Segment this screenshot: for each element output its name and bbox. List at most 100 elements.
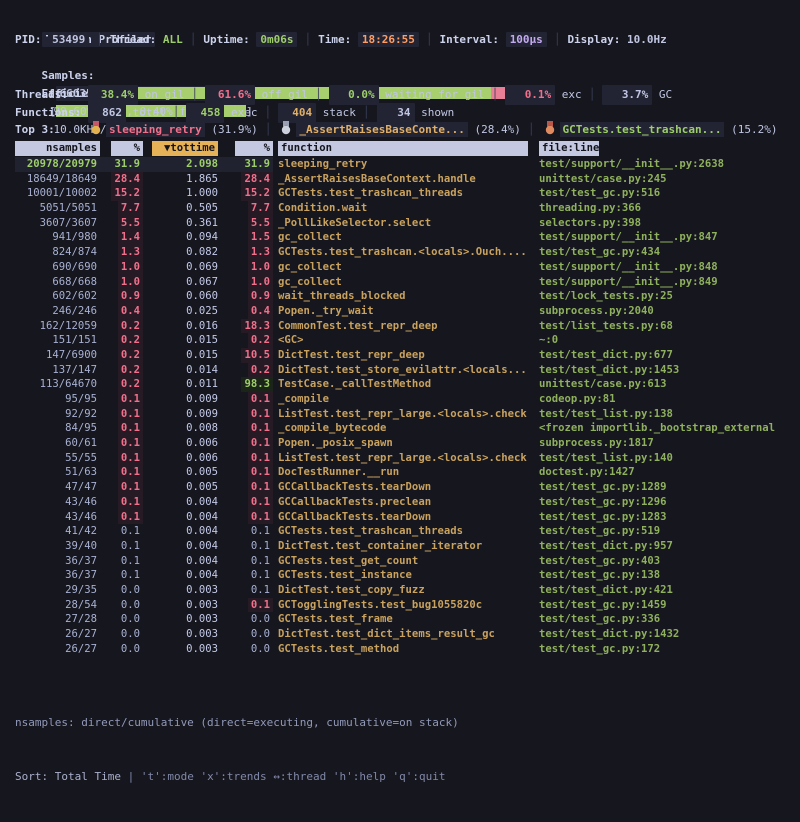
table-row[interactable]: 39/400.10.0040.1DictTest.test_container_… [15,539,792,554]
direct-pct-value: 1.0 [118,275,143,290]
table-row[interactable]: 151/1510.20.0150.2<GC>~:0 [15,333,792,348]
file-line-cell: test/test_gc.py:516 [528,186,777,201]
separator-icon: │ [265,123,272,136]
function-cell: _AssertRaisesBaseContext.handle [273,172,528,187]
table-row[interactable]: 51/630.10.0050.1DocTestRunner.__rundocte… [15,465,792,480]
tottime-cell: 0.005 [143,465,221,480]
segment-value: 34 [377,103,415,123]
cumulative-pct-cell: 0.1 [221,554,273,569]
table-row[interactable]: 36/370.10.0040.1GCTests.test_get_countte… [15,554,792,569]
table-row[interactable]: 5051/50517.70.5057.7Condition.waitthread… [15,201,792,216]
nsamples-cell: 36/37 [15,568,100,583]
table-row[interactable]: 18649/1864928.41.86528.4_AssertRaisesBas… [15,172,792,187]
table-row[interactable]: 43/460.10.0040.1GCCallbackTests.preclean… [15,495,792,510]
table-row[interactable]: 27/280.00.0030.0GCTests.test_frametest/t… [15,612,792,627]
column-header-tottime[interactable]: ▼tottime [143,141,221,156]
file-line-cell: unittest/case.py:613 [528,377,777,392]
table-row[interactable]: 55/550.10.0060.1ListTest.test_repr_large… [15,451,792,466]
column-header-function[interactable]: function [273,141,528,156]
direct-pct-value: 15.2 [111,186,143,201]
status-label: PID: [15,33,48,46]
cumulative-pct-value: 0.1 [248,451,273,466]
column-header-direct-pct[interactable]: % [100,141,143,156]
cumulative-pct-cell: 0.1 [221,392,273,407]
column-header-nsamples[interactable]: nsamples [15,141,100,156]
status-label: Interval: [439,33,505,46]
file-line-cell: test/test_dict.py:421 [528,583,777,598]
table-row[interactable]: 43/460.10.0040.1GCCallbackTests.tearDown… [15,510,792,525]
table-row[interactable]: 147/69000.20.01510.5DictTest.test_repr_d… [15,348,792,363]
tottime-cell: 0.004 [143,539,221,554]
table-row[interactable]: 824/8741.30.0821.3GCTests.test_trashcan.… [15,245,792,260]
function-cell: GCTests.test_frame [273,612,528,627]
tottime-cell: 0.004 [143,524,221,539]
table-row[interactable]: 113/646700.20.01198.3TestCase._callTestM… [15,377,792,392]
table-row[interactable]: 10001/1000215.21.00015.2GCTests.test_tra… [15,186,792,201]
function-cell: TestCase._callTestMethod [273,377,528,392]
table-row[interactable]: 41/420.10.0040.1GCTests.test_trashcan_th… [15,524,792,539]
column-header-box-file-line[interactable]: file:line [539,141,599,156]
table-row[interactable]: 162/120590.20.01618.3CommonTest.test_rep… [15,319,792,334]
silver-medal-icon [280,121,292,135]
table-row[interactable]: 28/540.00.0030.1GCTogglingTests.test_bug… [15,598,792,613]
file-line-cell: test/test_gc.py:403 [528,554,777,569]
nsamples-cell: 47/47 [15,480,100,495]
cumulative-pct-value: 0.2 [248,363,273,378]
column-header-box-tottime[interactable]: ▼tottime [152,141,218,156]
cumulative-pct-cell: 5.5 [221,216,273,231]
direct-pct-cell: 0.1 [100,539,143,554]
file-line-cell: unittest/case.py:245 [528,172,777,187]
table-row[interactable]: 668/6681.00.0671.0gc_collecttest/support… [15,275,792,290]
function-cell: Popen._try_wait [273,304,528,319]
top3-function-name[interactable]: _AssertRaisesBaseConte... [296,122,468,137]
table-row[interactable]: 36/370.10.0040.1GCTests.test_instancetes… [15,568,792,583]
file-line-cell: test/test_gc.py:1289 [528,480,777,495]
top3-function-name[interactable]: sleeping_retry [106,122,205,137]
tottime-cell: 0.015 [143,348,221,363]
table-row[interactable]: 602/6020.90.0600.9wait_threads_blockedte… [15,289,792,304]
column-header-cumulative-pct[interactable]: % [221,141,273,156]
column-header-file-line[interactable]: file:line [528,141,777,156]
tottime-cell: 0.361 [143,216,221,231]
column-header-box-function[interactable]: function [278,141,528,156]
tottime-cell: 0.004 [143,495,221,510]
table-row[interactable]: 26/270.00.0030.0DictTest.test_dict_items… [15,627,792,642]
cumulative-pct-value: 0.1 [248,421,273,436]
column-header-box-cumulative-pct[interactable]: % [235,141,273,156]
table-row[interactable]: 941/9801.40.0941.5gc_collecttest/support… [15,230,792,245]
top3-function-name[interactable]: GCTests.test_trashcan... [560,122,725,137]
status-value: 10.0Hz [627,33,667,46]
table-row[interactable]: 690/6901.00.0691.0gc_collecttest/support… [15,260,792,275]
direct-pct-value: 5.5 [118,216,143,231]
file-line-cell: test/test_gc.py:519 [528,524,777,539]
segment-value: 61.6% [205,85,255,105]
direct-pct-value: 0.4 [118,304,143,319]
column-header-box-nsamples[interactable]: nsamples [15,141,100,156]
table-row[interactable]: 3607/36075.50.3615.5_PollLikeSelector.se… [15,216,792,231]
table-row[interactable]: 47/470.10.0050.1GCCallbackTests.tearDown… [15,480,792,495]
table-row[interactable]: 246/2460.40.0250.4Popen._try_waitsubproc… [15,304,792,319]
nsamples-cell: 246/246 [15,304,100,319]
tottime-cell: 0.003 [143,583,221,598]
tottime-cell: 0.505 [143,201,221,216]
function-cell: DictTest.test_copy_fuzz [273,583,528,598]
table-row[interactable]: 29/350.00.0030.1DictTest.test_copy_fuzzt… [15,583,792,598]
table-row[interactable]: 20978/2097931.92.09831.9sleeping_retryte… [15,157,792,172]
table-row[interactable]: 60/610.10.0060.1Popen._posix_spawnsubpro… [15,436,792,451]
table-row[interactable]: 137/1470.20.0140.2DictTest.test_store_ev… [15,363,792,378]
function-cell: <GC> [273,333,528,348]
table-row[interactable]: 95/950.10.0090.1_compilecodeop.py:81 [15,392,792,407]
key-hints: | 't':mode 'x':trends ↔:thread 'h':help … [128,770,446,783]
nsamples-cell: 151/151 [15,333,100,348]
table-row[interactable]: 92/920.10.0090.1ListTest.test_repr_large… [15,407,792,422]
separator-icon: │ [315,88,322,101]
cumulative-pct-cell: 15.2 [221,186,273,201]
column-header-box-direct-pct[interactable]: % [111,141,143,156]
nsamples-cell: 10001/10002 [15,186,100,201]
table-header-row: nsamples% ▼tottime% function file:line [15,141,792,156]
segment-text: total [126,106,166,119]
table-row[interactable]: 84/950.10.0080.1_compile_bytecode<frozen… [15,421,792,436]
nsamples-cell: 92/92 [15,407,100,422]
table-row[interactable]: 26/270.00.0030.0GCTests.test_methodtest/… [15,642,792,657]
nsamples-cell: 668/668 [15,275,100,290]
